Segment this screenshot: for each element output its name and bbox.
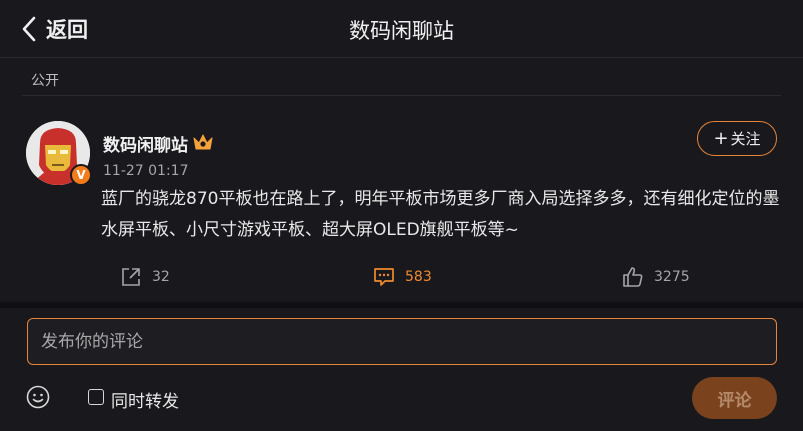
- comment-count: 583: [405, 269, 432, 285]
- emoji-icon[interactable]: [26, 385, 50, 409]
- like-count: 3275: [654, 269, 690, 285]
- crown-icon: [193, 134, 213, 150]
- repost-count: 32: [152, 269, 170, 285]
- top-bar: 返回 数码闲聊站: [0, 0, 803, 58]
- repost-checkbox[interactable]: [88, 389, 104, 405]
- share-icon: [122, 268, 140, 286]
- repost-label[interactable]: 同时转发: [111, 387, 179, 412]
- submit-comment-button[interactable]: 评论: [692, 377, 777, 419]
- divider: [22, 95, 781, 96]
- post-timestamp: 11-27 01:17: [103, 163, 189, 179]
- post-actions: 32 583 3275: [0, 262, 803, 296]
- verified-badge: V: [70, 164, 92, 186]
- comment-icon: [374, 268, 394, 286]
- page-title: 数码闲聊站: [349, 19, 454, 43]
- repost-button[interactable]: 32: [120, 266, 170, 288]
- post-text: 蓝厂的骁龙870平板也在路上了，明年平板市场更多厂商入局选择多多，还有细化定位的…: [101, 189, 780, 240]
- like-icon: [623, 267, 643, 287]
- section-separator: [0, 302, 803, 308]
- follow-label: 关注: [730, 130, 761, 148]
- plus-icon: +: [713, 127, 729, 149]
- visibility-label: 公开: [31, 73, 59, 89]
- author-name[interactable]: 数码闲聊站: [103, 131, 188, 156]
- comment-button[interactable]: 583: [373, 266, 432, 288]
- comment-input[interactable]: [27, 318, 777, 365]
- like-button[interactable]: 3275: [622, 266, 690, 288]
- follow-button[interactable]: + 关注: [697, 121, 777, 156]
